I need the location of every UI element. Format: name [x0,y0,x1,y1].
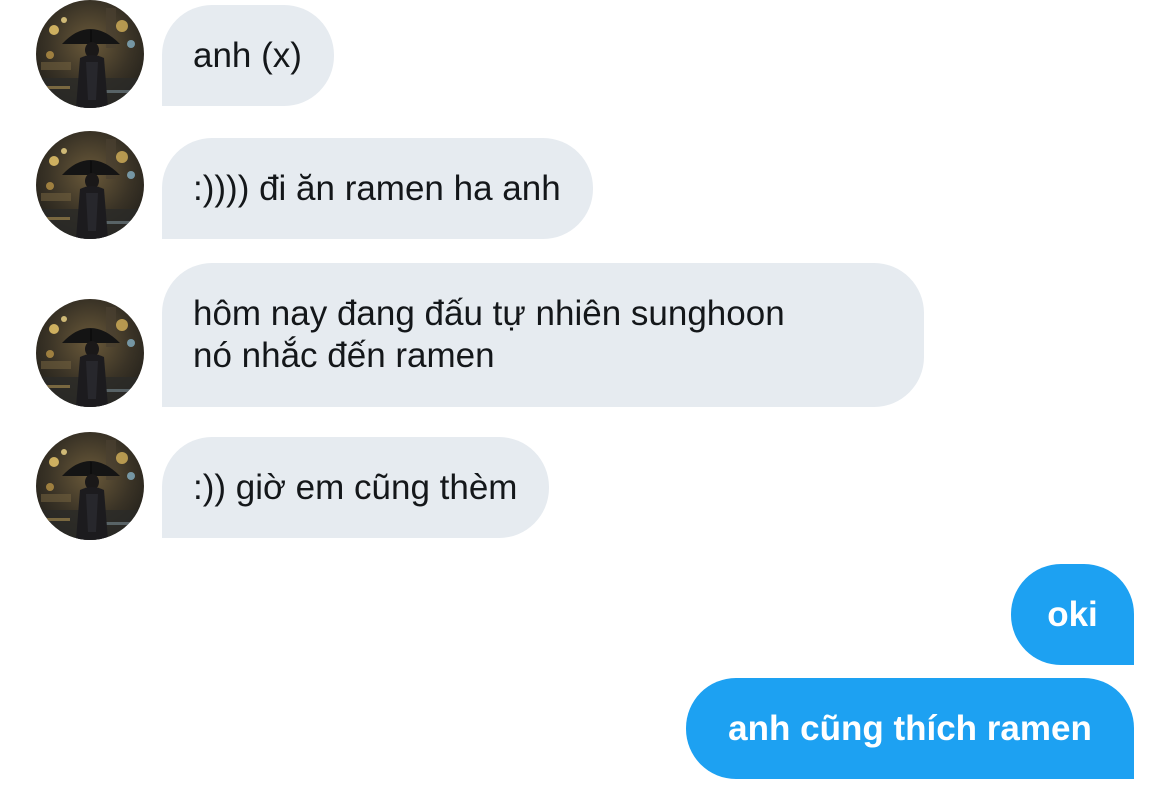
contact-avatar[interactable] [36,0,144,108]
received-message[interactable]: :)) giờ em cũng thèm [162,437,550,538]
sent-message[interactable]: anh cũng thích ramen [686,678,1134,779]
message-text: oki [1047,594,1098,634]
sent-message[interactable]: oki [1011,564,1134,665]
received-message[interactable]: hôm nay đang đấu tự nhiên sunghoon nó nh… [162,263,924,407]
received-message[interactable]: :)))) đi ăn ramen ha anh [162,138,593,239]
avatar-image-icon [36,432,144,540]
message-text: anh (x) [193,35,302,75]
message-text: :)) giờ em cũng thèm [193,467,518,507]
message-text: :)))) đi ăn ramen ha anh [193,168,561,208]
received-message[interactable]: anh (x) [162,5,334,106]
message-text: anh cũng thích ramen [728,708,1092,748]
contact-avatar[interactable] [36,299,144,407]
avatar-image-icon [36,299,144,407]
message-text: hôm nay đang đấu tự nhiên sunghoon nó nh… [193,294,785,375]
contact-avatar[interactable] [36,131,144,239]
avatar-image-icon [36,131,144,239]
avatar-image-icon [36,0,144,108]
contact-avatar[interactable] [36,432,144,540]
